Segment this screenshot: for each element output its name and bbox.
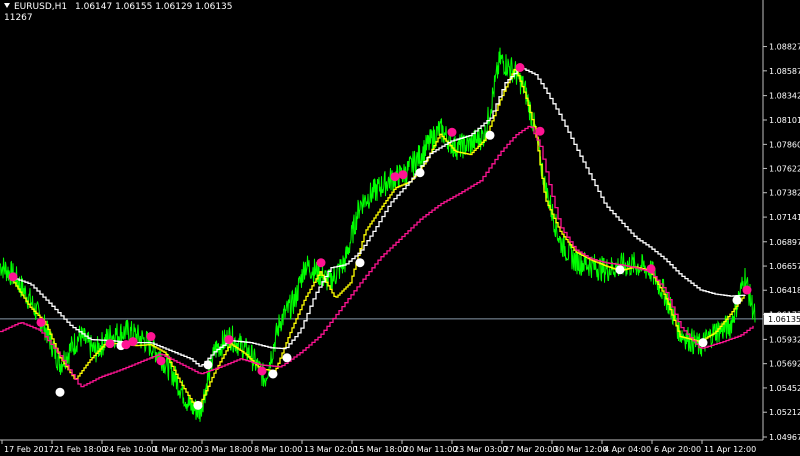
collapse-triangle-icon[interactable] bbox=[4, 3, 10, 8]
price-axis-label: 1.08342 bbox=[769, 92, 800, 101]
price-axis-label: 1.07622 bbox=[769, 164, 800, 173]
close-value: 1.06135 bbox=[195, 2, 233, 12]
time-axis-label: 17 Feb 2017 bbox=[4, 445, 54, 454]
time-axis-label: 6 Apr 20:00 bbox=[654, 445, 701, 454]
price-axis-label: 1.07141 bbox=[769, 213, 800, 222]
sell-signal-marker bbox=[105, 339, 115, 349]
price-axis-label: 1.05212 bbox=[769, 408, 800, 417]
time-axis-label: 21 Feb 18:00 bbox=[54, 445, 106, 454]
sell-signal-marker bbox=[156, 356, 166, 366]
buy-signal-marker bbox=[55, 387, 65, 397]
price-axis-label: 1.07382 bbox=[769, 189, 800, 198]
price-axis-label: 1.05692 bbox=[769, 360, 800, 369]
sell-signal-marker bbox=[128, 337, 138, 347]
indicator-value: 11267 bbox=[4, 13, 33, 23]
sell-signal-marker bbox=[390, 172, 400, 182]
chart-window[interactable]: 1.08827 1.08587 1.08342 1.08101 1.07860 1.076… bbox=[0, 0, 800, 456]
price-axis-label: 1.04967 bbox=[769, 433, 800, 442]
symbol-timeframe: EURUSD,H1 bbox=[14, 2, 68, 12]
price-axis-label: 1.08827 bbox=[769, 43, 800, 52]
price-chart[interactable]: 1.08827 1.08587 1.08342 1.08101 1.07860 1.076… bbox=[0, 0, 800, 456]
buy-signal-marker bbox=[193, 400, 203, 410]
time-axis-label: 15 Mar 18:00 bbox=[354, 445, 407, 454]
buy-signal-marker bbox=[355, 258, 365, 268]
time-axis-label: 23 Mar 03:00 bbox=[454, 445, 507, 454]
sell-signal-marker bbox=[8, 272, 18, 282]
time-axis-label: 4 Apr 04:00 bbox=[604, 445, 651, 454]
sell-signal-marker bbox=[447, 127, 457, 137]
time-axis-label: 11 Apr 12:00 bbox=[704, 445, 756, 454]
time-axis-label: 20 Mar 11:00 bbox=[404, 445, 457, 454]
buy-signal-marker bbox=[282, 353, 292, 363]
buy-signal-marker bbox=[485, 130, 495, 140]
current-price-label: 1.06135 bbox=[768, 315, 800, 324]
buy-signal-marker bbox=[698, 338, 708, 348]
sell-signal-marker bbox=[224, 335, 234, 345]
buy-signal-marker bbox=[203, 360, 213, 370]
price-axis-label: 1.06418 bbox=[769, 286, 800, 295]
sell-signal-marker bbox=[146, 332, 156, 342]
buy-signal-marker bbox=[268, 369, 278, 379]
sell-signal-marker bbox=[36, 317, 46, 327]
sell-signal-marker bbox=[316, 258, 326, 268]
time-axis-label: 24 Feb 10:00 bbox=[104, 445, 156, 454]
price-axis-label: 1.05932 bbox=[769, 335, 800, 344]
time-axis-label: 1 Mar 02:00 bbox=[154, 445, 202, 454]
sell-signal-marker bbox=[535, 126, 545, 136]
time-axis-label: 30 Mar 12:00 bbox=[554, 445, 607, 454]
price-axis-label: 1.05452 bbox=[769, 384, 800, 393]
sell-signal-marker bbox=[257, 366, 267, 376]
open-value: 1.06147 bbox=[75, 2, 113, 12]
price-axis-label: 1.07860 bbox=[769, 140, 800, 149]
sell-signal-marker bbox=[515, 62, 525, 72]
price-axis-label: 1.08587 bbox=[769, 67, 800, 76]
time-axis-label: 8 Mar 10:00 bbox=[254, 445, 302, 454]
buy-signal-marker bbox=[615, 265, 625, 275]
sell-signal-marker bbox=[398, 170, 408, 180]
price-axis-label: 1.06657 bbox=[769, 262, 800, 271]
sell-signal-marker bbox=[646, 264, 656, 274]
buy-signal-marker bbox=[732, 295, 742, 305]
price-axis-label: 1.08101 bbox=[769, 116, 800, 125]
price-axis-label: 1.06897 bbox=[769, 238, 800, 247]
buy-signal-marker bbox=[415, 168, 425, 178]
symbol-header: EURUSD,H1 1.06147 1.06155 1.06129 1.0613… bbox=[4, 2, 233, 13]
high-value: 1.06155 bbox=[115, 2, 153, 12]
sell-signal-marker bbox=[742, 285, 752, 295]
low-value: 1.06129 bbox=[155, 2, 193, 12]
time-axis-label: 13 Mar 02:00 bbox=[304, 445, 357, 454]
time-axis-label: 27 Mar 20:00 bbox=[504, 445, 557, 454]
time-axis-label: 3 Mar 18:00 bbox=[204, 445, 252, 454]
